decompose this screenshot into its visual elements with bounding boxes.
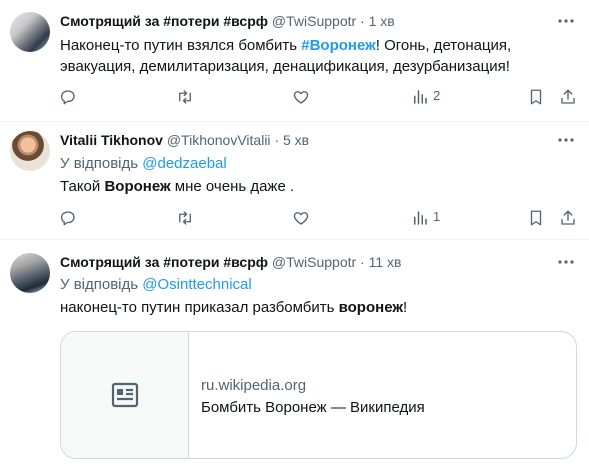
share-icon[interactable] (556, 206, 580, 230)
reply-icon[interactable] (56, 206, 80, 230)
bookmark-icon[interactable] (524, 85, 548, 109)
tweet-actions: 1 (56, 206, 580, 230)
tweet-header: Смотрящий за #потери #всрф @TwiSuppotr ·… (60, 253, 401, 271)
author-name[interactable]: Vitalii Tikhonov (60, 132, 163, 148)
hashtag-link[interactable]: #Воронеж (301, 37, 376, 54)
link-card[interactable]: ru.wikipedia.org Бомбить Воронеж — Викип… (60, 331, 577, 459)
article-icon (111, 382, 139, 408)
timestamp[interactable]: 11 хв (369, 254, 402, 270)
retweet-icon[interactable] (173, 206, 197, 230)
more-icon[interactable] (557, 131, 575, 149)
tweet-text: ! (402, 299, 408, 316)
share-icon[interactable] (556, 85, 580, 109)
tweet-actions: 2 (56, 85, 580, 109)
card-title: Бомбить Воронеж — Википедия (201, 399, 425, 416)
tweet-text-bold: воронеж (338, 299, 403, 316)
tweet-text-bold: Воронеж (104, 178, 171, 195)
author-name[interactable]: Смотрящий за #потери #всрф (60, 254, 268, 270)
tweet-header: Смотрящий за #потери #всрф @TwiSuppotr ·… (60, 12, 395, 30)
reply-icon[interactable] (56, 85, 80, 109)
heart-icon[interactable] (289, 206, 313, 230)
views-icon[interactable] (408, 85, 432, 109)
tweet-text: Наконец-то путин взялся бомбить (60, 37, 302, 54)
author-name[interactable]: Смотрящий за #потери #всрф (60, 13, 268, 29)
card-thumbnail (61, 332, 189, 458)
bookmark-icon[interactable] (524, 206, 548, 230)
heart-icon[interactable] (289, 85, 313, 109)
tweet-text: ! Огонь, детонация, (375, 37, 512, 54)
timestamp[interactable]: 5 хв (283, 132, 309, 148)
tweet-text: наконец-то путин приказал разбомбить (60, 299, 339, 316)
separator: · (360, 13, 365, 29)
tweet-text: мне очень даже . (170, 178, 295, 195)
reply-prefix: У відповідь (60, 276, 143, 293)
tweet-header: Vitalii Tikhonov @TikhonovVitalii · 5 хв (60, 131, 309, 149)
timestamp[interactable]: 1 хв (369, 13, 395, 29)
tweet-text-line-1: Наконец-то путин взялся бомбить #Воронеж… (60, 35, 511, 56)
retweet-icon[interactable] (173, 85, 197, 109)
tweet-text-line-1: наконец-то путин приказал разбомбить вор… (60, 297, 407, 318)
reply-context: У відповідь @Osinttechnical (60, 274, 252, 295)
reply-context: У відповідь @dedzaebal (60, 153, 227, 174)
avatar[interactable] (10, 253, 50, 293)
separator: · (274, 132, 280, 148)
author-handle[interactable]: @TwiSuppotr (272, 13, 356, 29)
avatar[interactable] (10, 12, 50, 52)
author-handle[interactable]: @TikhonovVitalii (167, 132, 271, 148)
tweet-text: Такой (60, 178, 105, 195)
author-handle[interactable]: @TwiSuppotr (272, 254, 356, 270)
more-icon[interactable] (557, 12, 575, 30)
views-count: 1 (433, 209, 441, 224)
tweet-text-line-2: эвакуация, демилитаризация, денацификаци… (60, 58, 510, 75)
views-count: 2 (433, 88, 441, 103)
reply-to-link[interactable]: @dedzaebal (142, 155, 226, 172)
avatar[interactable] (10, 131, 50, 171)
reply-to-link[interactable]: @Osinttechnical (142, 276, 251, 293)
tweet-1[interactable]: Смотрящий за #потери #всрф @TwiSuppotr ·… (0, 0, 589, 125)
tweet-text-line-1: Такой Воронеж мне очень даже . (60, 176, 294, 197)
separator: · (360, 254, 365, 270)
card-domain: ru.wikipedia.org (201, 377, 307, 394)
tweet-2[interactable]: Vitalii Tikhonov @TikhonovVitalii · 5 хв… (0, 122, 589, 240)
views-icon[interactable] (408, 206, 432, 230)
reply-prefix: У відповідь (60, 155, 143, 172)
more-icon[interactable] (557, 253, 575, 271)
